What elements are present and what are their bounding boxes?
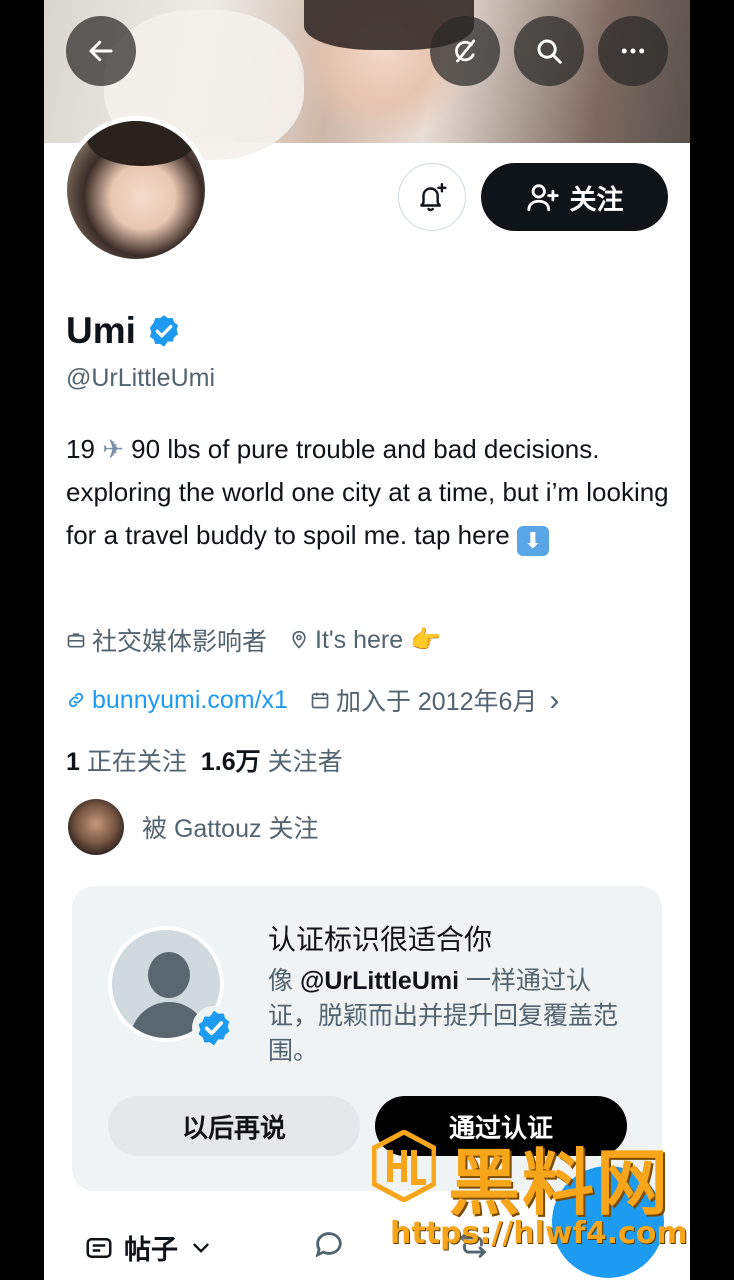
compose-fab[interactable] xyxy=(552,1166,664,1278)
airplane-emoji: ✈ xyxy=(102,434,124,464)
follow-button[interactable]: 关注 xyxy=(481,163,668,231)
profile-meta-line1: 社交媒体影响者 It's here 👉 xyxy=(66,622,441,658)
profile-meta-line2: bunnyumi.com/x1 加入于 2012年6月 › xyxy=(66,682,559,718)
card-description: 像 @UrLittleUmi 一样通过认证，脱颖而出并提升回复覆盖范围。 xyxy=(268,967,619,1065)
more-button[interactable] xyxy=(598,16,668,86)
arrow-left-icon xyxy=(89,40,113,62)
card-title: 认证标识很适合你 xyxy=(268,924,493,955)
calendar-icon xyxy=(311,692,329,709)
posts-icon xyxy=(86,1237,112,1258)
person-plus-icon xyxy=(526,184,559,212)
profile-avatar[interactable] xyxy=(62,116,210,264)
grok-button[interactable] xyxy=(430,16,500,86)
search-button[interactable] xyxy=(514,16,584,86)
follow-stats: 1 正在关注 1.6万 关注者 xyxy=(66,742,343,778)
name-row: Umi xyxy=(66,310,182,352)
grok-icon xyxy=(455,39,476,63)
follower-avatar xyxy=(68,799,124,855)
verified-badge-icon xyxy=(192,1006,236,1050)
search-icon xyxy=(537,39,562,64)
verification-card: 认证标识很适合你 像 @UrLittleUmi 一样通过认证，脱颖而出并提升回复… xyxy=(72,886,662,1191)
followed-by-row[interactable]: 被 Gattouz 关注 xyxy=(68,799,318,855)
join-date: 加入于 2012年6月 xyxy=(335,688,538,716)
profile-category: 社交媒体影响者 xyxy=(92,628,268,656)
briefcase-icon xyxy=(67,633,85,648)
tab-posts-label: 帖子 xyxy=(124,1235,178,1265)
website-link[interactable]: bunnyumi.com/x1 xyxy=(92,686,288,715)
bell-plus-icon xyxy=(420,183,447,212)
notify-button[interactable] xyxy=(398,163,466,231)
profile-bio: 19 ✈ 90 lbs of pure trouble and bad deci… xyxy=(66,428,676,557)
chevron-right-icon[interactable]: › xyxy=(549,685,559,715)
repost-icon[interactable] xyxy=(456,1228,490,1262)
tab-posts[interactable]: 帖子 xyxy=(84,1228,214,1267)
chevron-down-icon xyxy=(193,1243,209,1253)
more-dots-icon xyxy=(621,48,645,54)
location-pin-icon xyxy=(292,630,306,649)
followers-stat[interactable]: 1.6万 关注者 xyxy=(201,742,343,778)
follow-label: 关注 xyxy=(569,184,624,215)
user-handle: @UrLittleUmi xyxy=(66,364,215,392)
later-button[interactable]: 以后再说 xyxy=(108,1096,360,1156)
profile-location: It's here 👉 xyxy=(315,625,442,654)
followed-by-text: 被 Gattouz 关注 xyxy=(142,815,319,843)
link-icon xyxy=(68,692,84,708)
get-verified-button[interactable]: 通过认证 xyxy=(375,1096,627,1156)
profile-screen: 关注 Umi @UrLittleUmi 19 ✈ 90 lbs of pure … xyxy=(44,0,690,1280)
down-arrow-emoji: ⬇ xyxy=(516,526,549,556)
following-stat[interactable]: 1 正在关注 xyxy=(66,742,187,778)
reply-icon[interactable] xyxy=(312,1228,346,1262)
back-button[interactable] xyxy=(66,16,136,86)
display-name: Umi xyxy=(66,310,136,351)
verified-badge-icon[interactable] xyxy=(146,313,182,349)
